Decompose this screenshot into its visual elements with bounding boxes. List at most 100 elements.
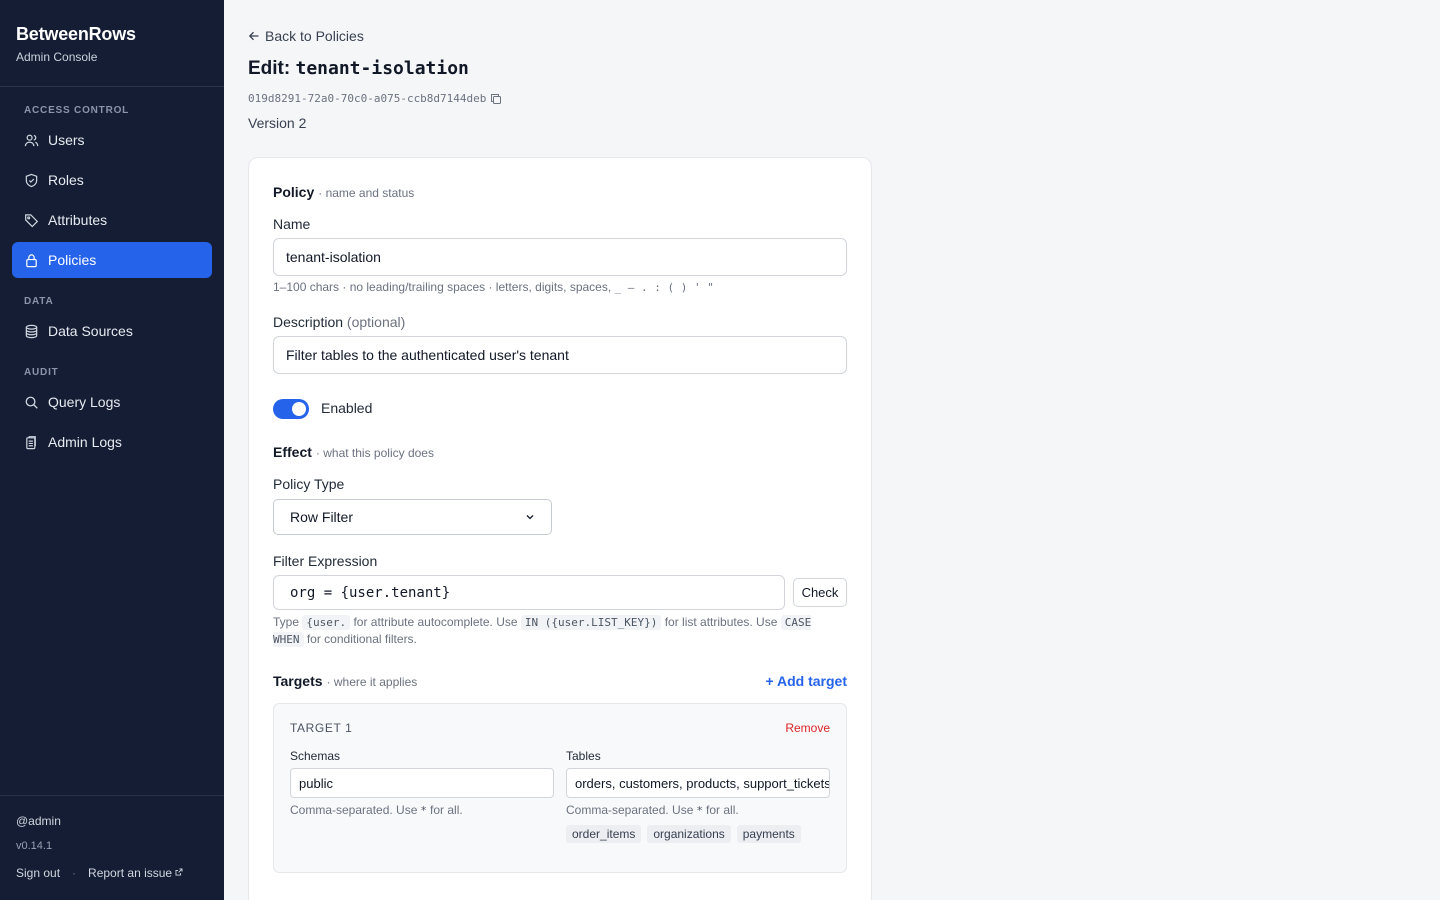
section-targets-title: Targets <box>273 673 323 689</box>
page-title: Edit: tenant-isolation <box>248 58 469 80</box>
table-chip[interactable]: organizations <box>647 825 731 843</box>
sidebar-item-users[interactable]: Users <box>12 122 212 158</box>
name-hint-text: 1–100 chars · no leading/trailing spaces… <box>273 280 612 294</box>
back-link-label: Back to Policies <box>265 28 364 44</box>
description-optional: (optional) <box>346 314 406 330</box>
enabled-toggle[interactable] <box>273 399 309 419</box>
filter-hint-t4: for conditional filters. <box>306 632 417 646</box>
sign-out-link[interactable]: Sign out <box>16 866 60 880</box>
schemas-hint-code: * <box>420 804 428 817</box>
link-separator: · <box>72 866 77 880</box>
filter-hint: Type {user. for attribute autocomplete. … <box>273 614 847 648</box>
policy-version: Version 2 <box>248 115 307 131</box>
arrow-left-icon <box>248 31 259 41</box>
description-input[interactable]: Filter tables to the authenticated user'… <box>273 336 847 374</box>
report-issue-link[interactable]: Report an issue <box>88 866 183 880</box>
sidebar: BetweenRows Admin Console ACCESS CONTROL… <box>0 0 224 900</box>
page-title-prefix: Edit: <box>248 58 291 79</box>
nav-section-access-control: ACCESS CONTROL <box>24 105 130 116</box>
policy-id-text: 019d8291-72a0-70c0-a075-ccb8d7144deb <box>248 92 487 105</box>
sidebar-item-data-sources[interactable]: Data Sources <box>12 313 212 349</box>
policy-type-value: Row Filter <box>290 509 354 525</box>
section-targets-header: Targets · where it applies <box>273 673 417 689</box>
description-label-text: Description <box>273 314 344 330</box>
section-policy-title: Policy <box>273 184 315 200</box>
description-label: Description (optional) <box>273 314 405 330</box>
name-hint-chars: _ – . : ( ) ' " <box>614 281 714 294</box>
sidebar-item-label: Users <box>48 132 85 148</box>
name-hint: 1–100 chars · no leading/trailing spaces… <box>273 280 714 294</box>
report-issue-label: Report an issue <box>88 866 173 880</box>
tables-label: Tables <box>566 749 601 763</box>
sidebar-item-policies[interactable]: Policies <box>12 242 212 278</box>
brand-subtitle: Admin Console <box>16 50 98 64</box>
search-icon <box>25 396 38 409</box>
policy-form-card: Policy · name and status Name tenant-isol… <box>248 157 872 900</box>
schemas-label: Schemas <box>290 749 341 763</box>
back-to-policies-link[interactable]: Back to Policies <box>248 28 364 44</box>
table-chip[interactable]: order_items <box>566 825 642 843</box>
tables-hint-code: * <box>696 804 704 817</box>
section-policy-sub: · name and status <box>318 186 415 200</box>
tables-input[interactable]: orders, customers, products, support_tic… <box>566 768 830 798</box>
policy-id: 019d8291-72a0-70c0-a075-ccb8d7144deb <box>248 92 502 105</box>
sidebar-item-attributes[interactable]: Attributes <box>12 202 212 238</box>
brand-title: BetweenRows <box>16 24 136 44</box>
name-input[interactable]: tenant-isolation <box>273 238 847 276</box>
sidebar-item-label: Policies <box>48 252 97 268</box>
schemas-hint: Comma-separated. Use * for all. <box>290 803 463 817</box>
external-link-icon <box>175 868 183 876</box>
check-button[interactable]: Check <box>793 578 847 607</box>
section-policy-header: Policy · name and status <box>273 184 414 200</box>
sidebar-footer: @admin v0.14.1 Sign out · Report an issu… <box>0 795 224 900</box>
table-suggestions: order_items organizations payments <box>566 825 801 843</box>
policy-type-label: Policy Type <box>273 476 345 492</box>
shield-icon <box>25 173 38 187</box>
chevron-down-icon <box>526 515 534 520</box>
sidebar-item-label: Attributes <box>48 212 108 228</box>
sidebar-item-roles[interactable]: Roles <box>12 162 212 198</box>
page-title-policy-name: tenant-isolation <box>295 58 469 79</box>
filter-hint-code-in: IN ({user.LIST_KEY}) <box>520 615 662 630</box>
tag-icon <box>25 213 39 227</box>
table-chip[interactable]: payments <box>736 825 801 843</box>
name-label: Name <box>273 216 311 232</box>
schemas-input[interactable]: public <box>290 768 554 798</box>
schemas-hint-prefix: Comma-separated. Use <box>290 803 418 817</box>
sidebar-links: Sign out · Report an issue <box>16 866 208 880</box>
users-icon <box>24 134 39 146</box>
copy-icon[interactable] <box>490 93 502 105</box>
brand: BetweenRows Admin Console <box>0 0 224 87</box>
filter-hint-t3: for list attributes. Use <box>664 615 778 629</box>
schemas-hint-suffix: for all. <box>430 803 463 817</box>
clipboard-icon <box>26 435 36 449</box>
nav-section-data: DATA <box>24 296 54 307</box>
lock-icon <box>26 253 37 267</box>
enabled-label: Enabled <box>321 400 373 416</box>
current-user: @admin <box>16 814 61 828</box>
section-effect-title: Effect <box>273 444 312 460</box>
filter-hint-code-user: {user. <box>302 615 351 630</box>
section-effect-header: Effect · what this policy does <box>273 444 434 460</box>
policy-type-select[interactable]: Row Filter <box>273 499 552 535</box>
filter-expression-input[interactable]: org = {user.tenant} <box>273 575 785 610</box>
sidebar-item-label: Query Logs <box>48 394 121 410</box>
filter-expression-label: Filter Expression <box>273 553 378 569</box>
section-targets-sub: · where it applies <box>326 675 418 689</box>
main-content: Back to Policies Edit: tenant-isolation … <box>224 0 1440 900</box>
filter-hint-t1: Type <box>273 615 300 629</box>
app-version: v0.14.1 <box>16 840 53 852</box>
sidebar-item-label: Admin Logs <box>48 434 122 450</box>
sidebar-item-label: Roles <box>48 172 84 188</box>
sidebar-item-label: Data Sources <box>48 323 133 339</box>
database-icon <box>25 324 38 338</box>
sidebar-item-query-logs[interactable]: Query Logs <box>12 384 212 420</box>
tables-hint-prefix: Comma-separated. Use <box>566 803 694 817</box>
tables-hint-suffix: for all. <box>706 803 739 817</box>
section-effect-sub: · what this policy does <box>315 446 434 460</box>
toggle-knob <box>292 402 306 416</box>
target-card: TARGET 1 Remove Schemas public Comma-sep… <box>273 703 847 873</box>
add-target-button[interactable]: + Add target <box>765 673 847 689</box>
remove-target-button[interactable]: Remove <box>785 721 830 735</box>
sidebar-item-admin-logs[interactable]: Admin Logs <box>12 424 212 460</box>
